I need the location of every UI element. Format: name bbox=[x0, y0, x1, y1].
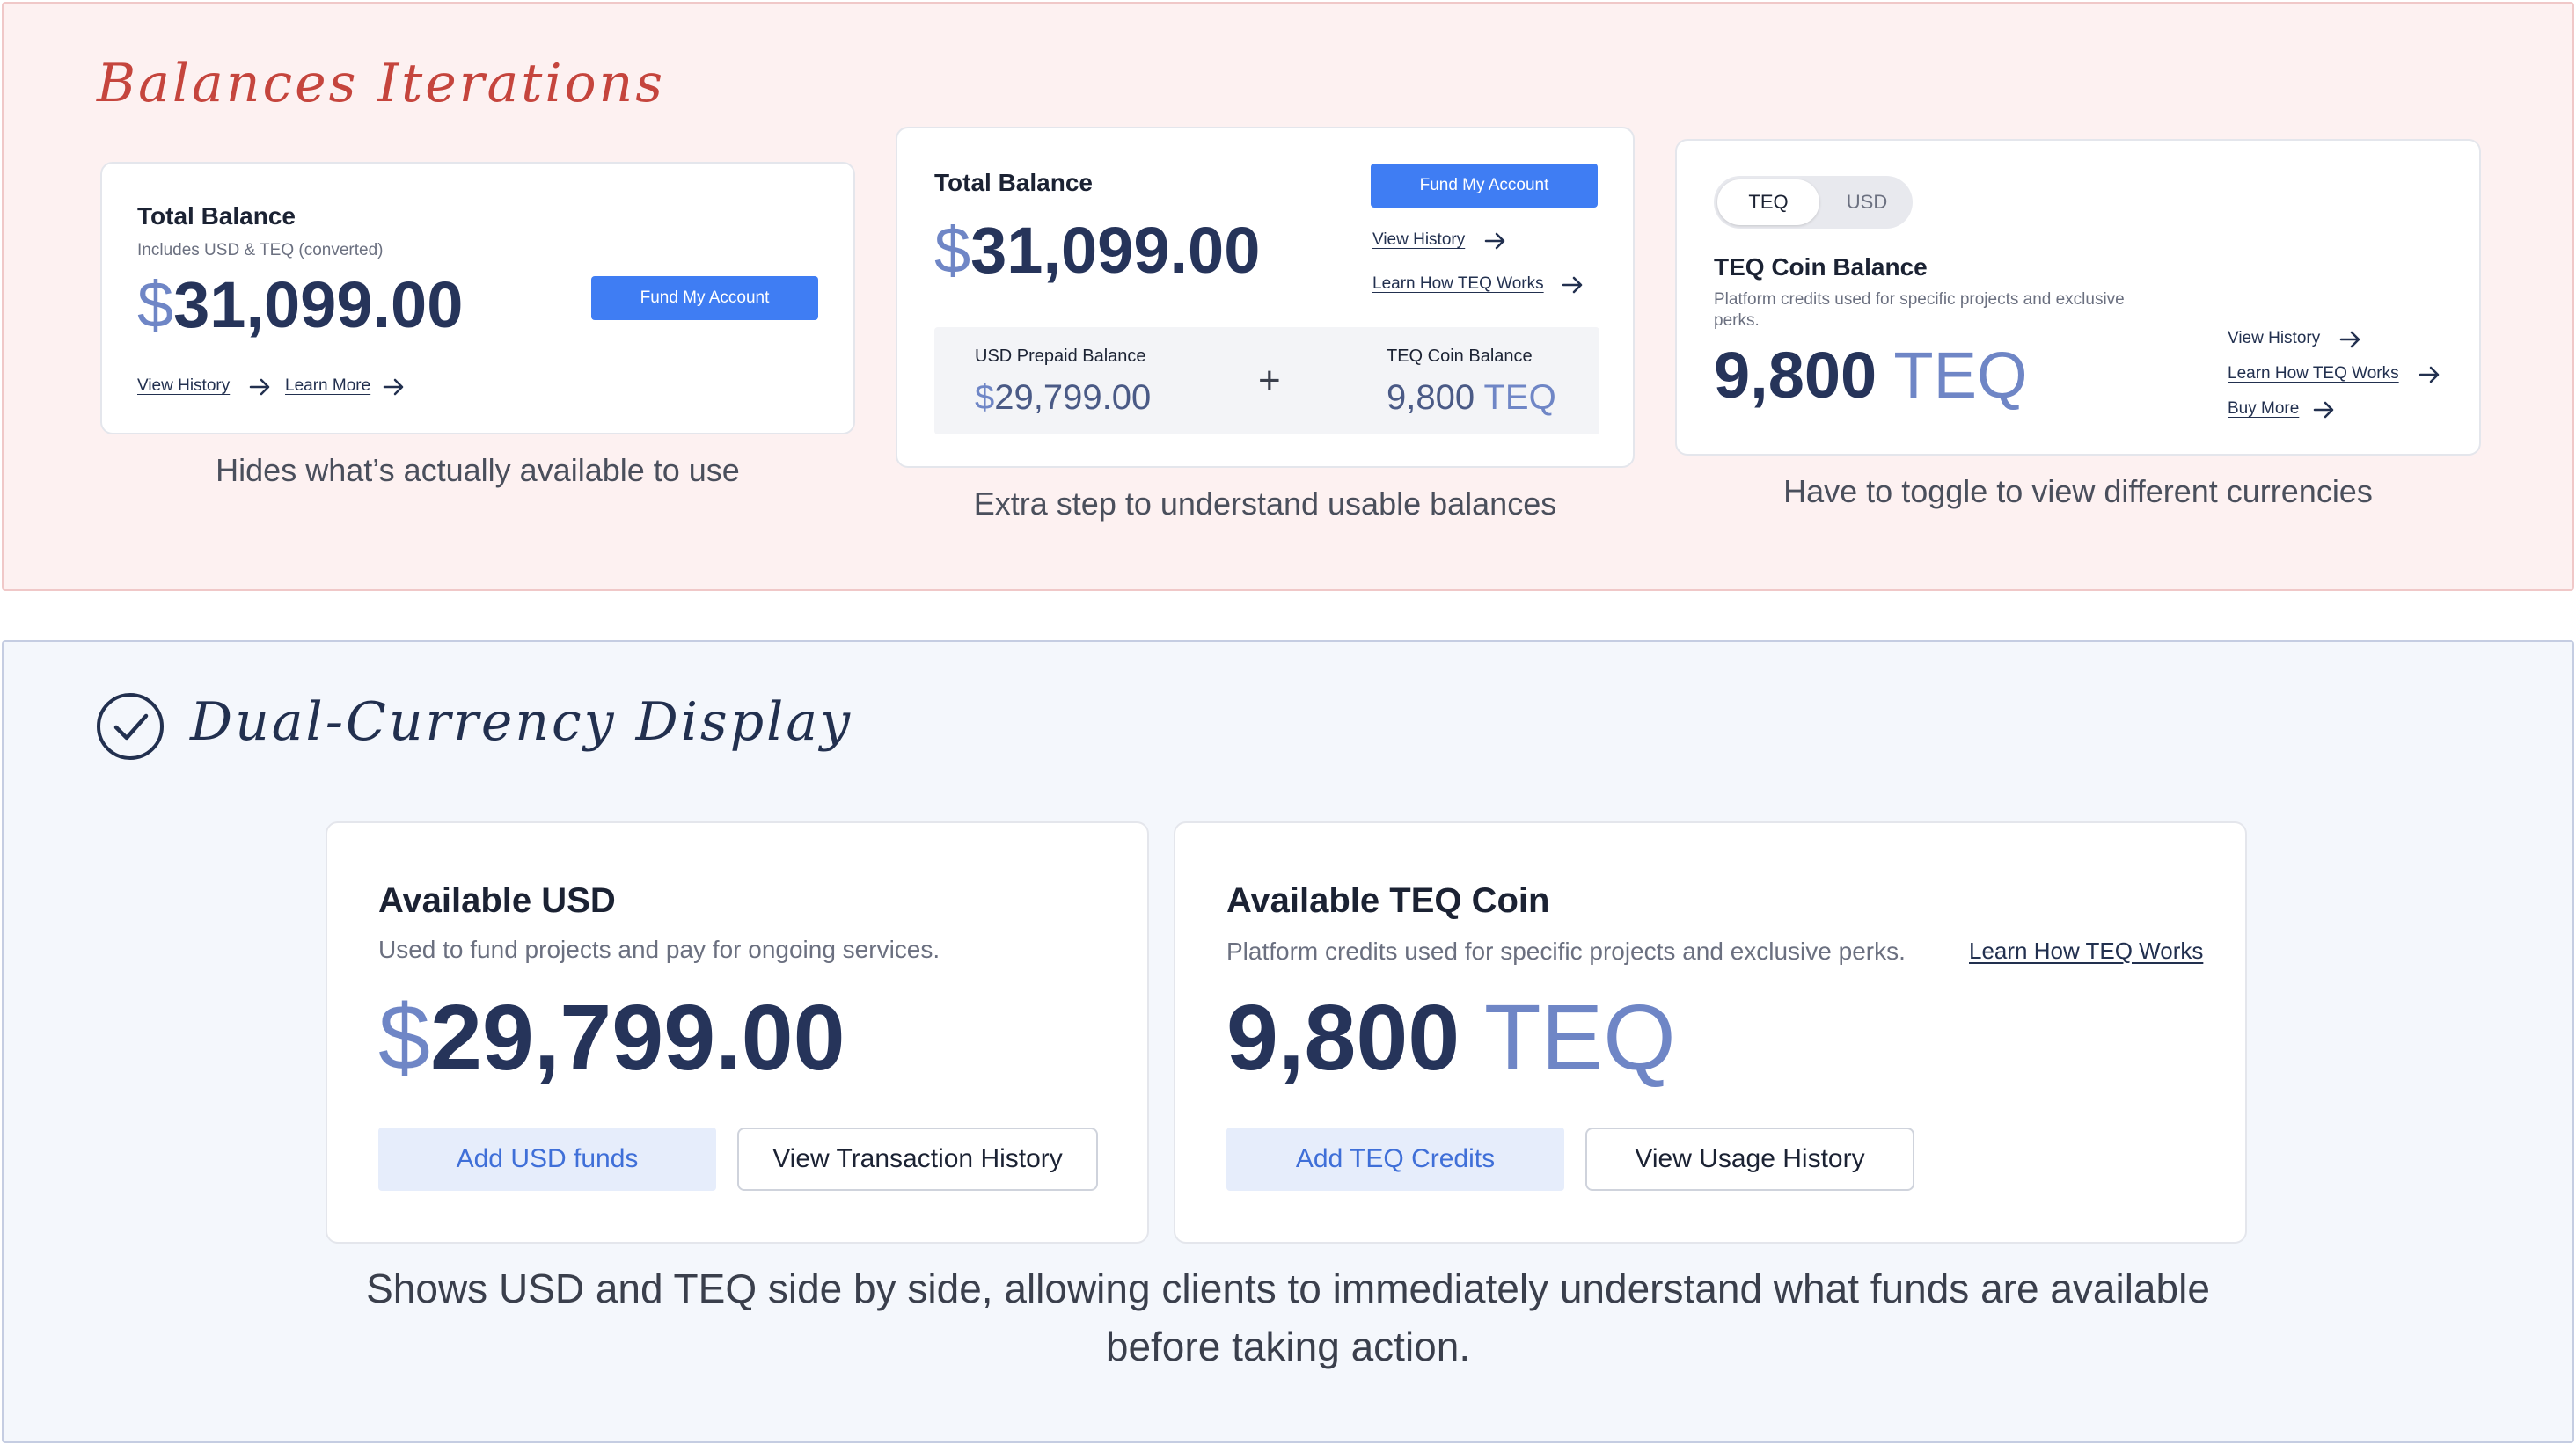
view-history-link[interactable]: View History bbox=[2228, 329, 2320, 348]
available-teq-card: Available TEQ Coin Platform credits used… bbox=[1174, 821, 2247, 1244]
total-balance-amount: $31,099.00 bbox=[934, 215, 1260, 286]
total-balance-amount: $31,099.00 bbox=[137, 269, 463, 340]
usd-prepaid-label: USD Prepaid Balance bbox=[975, 347, 1146, 366]
iterations-panel: Balances Iterations Total Balance Includ… bbox=[2, 2, 2574, 591]
buy-more-link[interactable]: Buy More bbox=[2228, 399, 2299, 419]
currency-toggle[interactable]: TEQ USD bbox=[1714, 176, 1913, 229]
final-caption-line-1: Shows USD and TEQ side by side, allowing… bbox=[366, 1266, 2210, 1311]
teq-unit: TEQ bbox=[1483, 378, 1556, 417]
card-title: Available TEQ Coin bbox=[1226, 881, 1550, 920]
fund-my-account-button[interactable]: Fund My Account bbox=[591, 276, 818, 320]
currency-symbol: $ bbox=[934, 214, 971, 287]
view-usage-history-button[interactable]: View Usage History bbox=[1585, 1128, 1914, 1191]
amount-value: 9,800 bbox=[1714, 339, 1877, 412]
toggle-teq-option[interactable]: TEQ bbox=[1717, 179, 1819, 225]
arrow-right-icon bbox=[2313, 401, 2334, 419]
view-history-link[interactable]: View History bbox=[137, 376, 230, 396]
learn-how-teq-works-link[interactable]: Learn How TEQ Works bbox=[1372, 274, 1544, 294]
available-usd-card: Available USD Used to fund projects and … bbox=[326, 821, 1149, 1244]
card-description: Platform credits used for specific proje… bbox=[1226, 938, 1906, 965]
arrow-right-icon bbox=[2419, 366, 2440, 383]
iteration-2-card: Total Balance $31,099.00 Fund My Account… bbox=[896, 127, 1635, 468]
final-title: Dual-Currency Display bbox=[190, 691, 853, 753]
teq-coin-amount: 9,800 TEQ bbox=[1387, 378, 1556, 418]
iteration-3-card: TEQ USD TEQ Coin Balance Platform credit… bbox=[1675, 139, 2481, 456]
teq-unit: TEQ bbox=[1893, 339, 2028, 412]
teq-amount: 9,800 TEQ bbox=[1226, 987, 1676, 1090]
arrow-right-icon bbox=[249, 378, 270, 396]
arrow-right-icon bbox=[1484, 232, 1505, 250]
plus-icon: + bbox=[1258, 359, 1281, 402]
iteration-1-caption: Hides what’s actually available to use bbox=[216, 452, 740, 488]
amount-value: 31,099.00 bbox=[173, 268, 464, 341]
learn-more-link[interactable]: Learn More bbox=[285, 376, 370, 396]
amount-value: 31,099.00 bbox=[970, 214, 1261, 287]
card-subtitle: Includes USD & TEQ (converted) bbox=[137, 241, 384, 259]
check-circle-icon bbox=[97, 693, 164, 760]
card-title: Total Balance bbox=[934, 169, 1093, 196]
amount-value: 9,800 bbox=[1387, 378, 1475, 417]
iteration-3-caption: Have to toggle to view different currenc… bbox=[1783, 473, 2373, 509]
add-usd-funds-button[interactable]: Add USD funds bbox=[378, 1128, 716, 1191]
amount-value: 29,799.00 bbox=[429, 986, 845, 1090]
card-title: Total Balance bbox=[137, 202, 296, 230]
usd-prepaid-amount: $29,799.00 bbox=[975, 378, 1151, 418]
teq-coin-label: TEQ Coin Balance bbox=[1387, 347, 1533, 366]
iterations-title: Balances Iterations bbox=[97, 53, 666, 114]
card-description-line-1: Platform credits used for specific proje… bbox=[1714, 290, 2125, 309]
iteration-1-card: Total Balance Includes USD & TEQ (conver… bbox=[100, 162, 855, 434]
card-title: TEQ Coin Balance bbox=[1714, 253, 1928, 281]
learn-how-teq-works-link[interactable]: Learn How TEQ Works bbox=[1969, 938, 2203, 965]
fund-my-account-button[interactable]: Fund My Account bbox=[1371, 164, 1598, 208]
view-history-link[interactable]: View History bbox=[1372, 230, 1465, 250]
toggle-usd-option[interactable]: USD bbox=[1825, 179, 1909, 225]
card-title: Available USD bbox=[378, 881, 616, 920]
arrow-right-icon bbox=[2339, 331, 2360, 348]
currency-symbol: $ bbox=[975, 378, 995, 417]
amount-value: 9,800 bbox=[1226, 986, 1460, 1090]
teq-balance-amount: 9,800 TEQ bbox=[1714, 339, 2028, 411]
final-caption-line-2: before taking action. bbox=[1105, 1324, 1471, 1369]
arrow-right-icon bbox=[1562, 276, 1583, 294]
balance-breakdown: USD Prepaid Balance $29,799.00 + TEQ Coi… bbox=[934, 327, 1599, 434]
teq-unit: TEQ bbox=[1483, 986, 1676, 1090]
view-transaction-history-button[interactable]: View Transaction History bbox=[737, 1128, 1098, 1191]
card-description: Used to fund projects and pay for ongoin… bbox=[378, 936, 940, 963]
add-teq-credits-button[interactable]: Add TEQ Credits bbox=[1226, 1128, 1564, 1191]
arrow-right-icon bbox=[383, 378, 404, 396]
amount-value: 29,799.00 bbox=[994, 378, 1152, 417]
currency-symbol: $ bbox=[137, 268, 174, 341]
currency-symbol: $ bbox=[378, 986, 430, 1090]
learn-how-teq-works-link[interactable]: Learn How TEQ Works bbox=[2228, 364, 2399, 383]
card-description-line-2: perks. bbox=[1714, 311, 1760, 330]
usd-amount: $29,799.00 bbox=[378, 987, 845, 1090]
iteration-2-caption: Extra step to understand usable balances bbox=[973, 485, 1557, 522]
